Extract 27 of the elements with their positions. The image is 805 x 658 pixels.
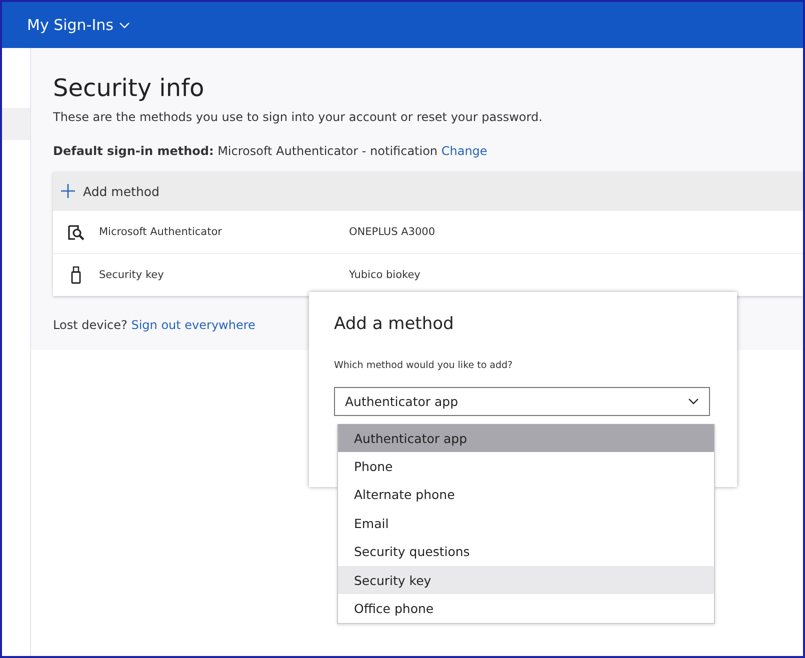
sign-out-everywhere-link[interactable]: Sign out everywhere <box>131 318 256 332</box>
default-method-text: Default sign-in method: Microsoft Authenticator - notification Change <box>53 144 488 158</box>
app-title-menu[interactable]: My Sign-Ins <box>27 16 130 34</box>
add-method-button[interactable]: Add method <box>53 172 803 210</box>
method-select[interactable]: Authenticator app <box>334 387 710 416</box>
dialog-title: Add a method <box>334 314 455 334</box>
page-description: These are the methods you use to sign into your account or reset your password. <box>53 110 544 124</box>
method-detail: ONEPLUS A3000 <box>349 226 436 238</box>
dropdown-option[interactable]: Alternate phone <box>338 480 714 510</box>
dialog-question: Which method would you like to add? <box>334 360 514 371</box>
magnifier-badge-icon <box>67 224 85 240</box>
sidebar-item[interactable] <box>2 108 30 140</box>
page-title: Security info <box>53 74 206 102</box>
plus-icon <box>61 184 75 198</box>
dropdown-option[interactable]: Authenticator app <box>338 424 714 452</box>
usb-key-icon <box>71 266 81 284</box>
change-link[interactable]: Change <box>441 144 488 158</box>
method-name: Security key <box>99 269 165 281</box>
method-name: Microsoft Authenticator <box>99 226 223 238</box>
dropdown-option[interactable]: Office phone <box>338 594 714 623</box>
dropdown-option[interactable]: Security questions <box>338 538 714 566</box>
chevron-down-icon <box>688 398 699 405</box>
dropdown-option[interactable]: Email <box>338 509 714 538</box>
dropdown-option[interactable]: Security key <box>338 566 714 594</box>
method-detail: Yubico biokey <box>349 269 420 281</box>
dropdown-option[interactable]: Phone <box>338 452 714 481</box>
chevron-down-icon <box>119 22 130 28</box>
